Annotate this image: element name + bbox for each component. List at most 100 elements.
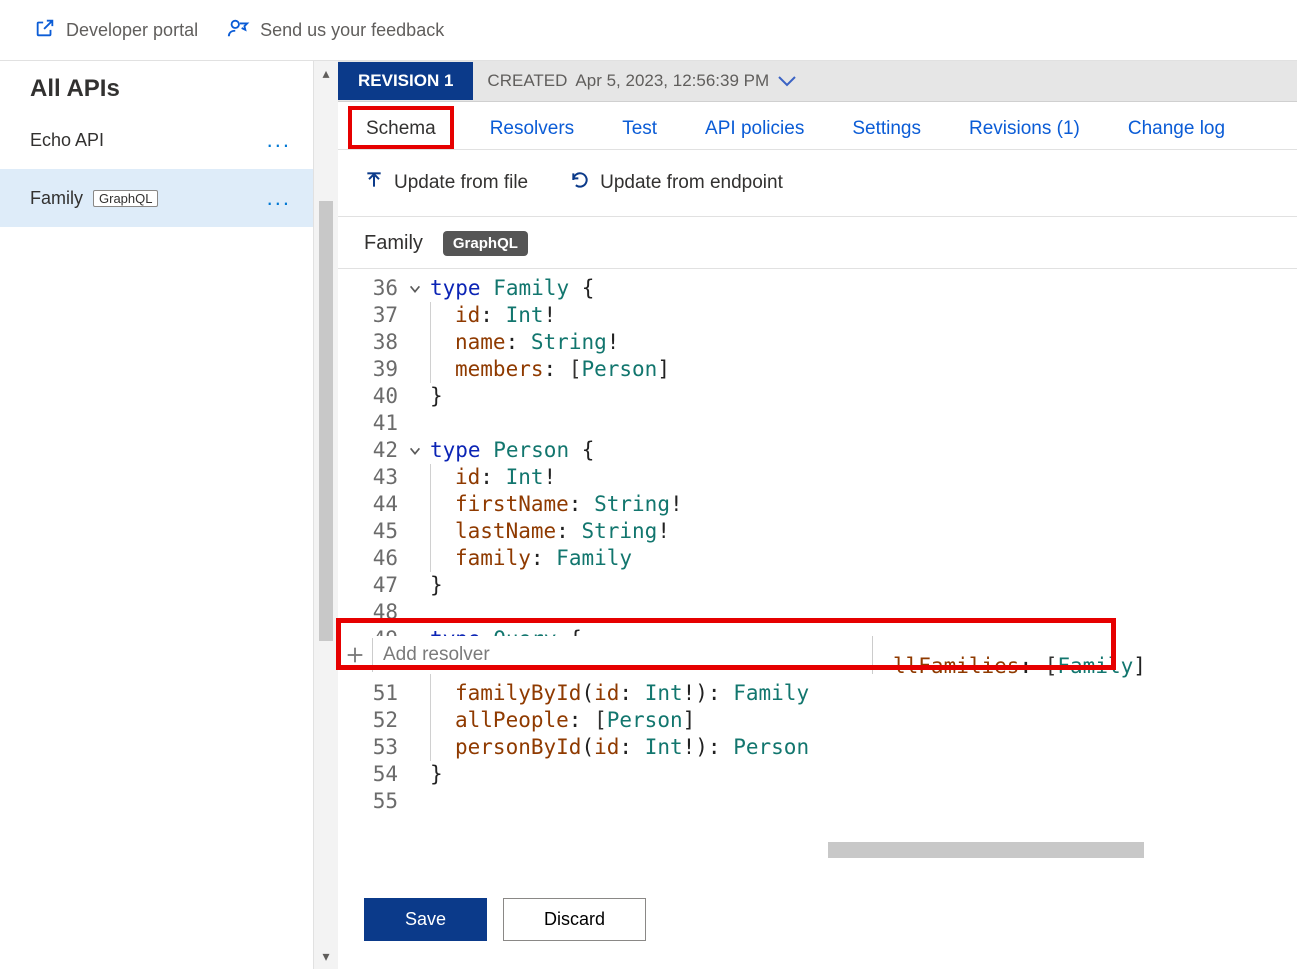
code-editor[interactable]: 36 type Family { 37 id: Int!38name: String!… bbox=[338, 269, 1297, 815]
line-number: 37 bbox=[338, 302, 408, 329]
revision-created[interactable]: CREATED Apr 5, 2023, 12:56:39 PM bbox=[473, 71, 797, 91]
code-content: lastName: String! bbox=[455, 518, 670, 545]
line-number: 39 bbox=[338, 356, 408, 383]
indent-guide bbox=[430, 518, 443, 545]
workspace: All APIs Echo API ... Family GraphQL ...… bbox=[0, 61, 1297, 969]
line-number: 46 bbox=[338, 545, 408, 572]
line-number: 54 bbox=[338, 761, 408, 788]
update-from-endpoint-button[interactable]: Update from endpoint bbox=[570, 170, 783, 196]
line-number: 47 bbox=[338, 572, 408, 599]
indent-guide bbox=[430, 734, 443, 761]
fold-icon[interactable] bbox=[408, 438, 430, 458]
scroll-down-icon[interactable]: ▾ bbox=[322, 948, 329, 965]
update-from-endpoint-label: Update from endpoint bbox=[600, 172, 783, 194]
code-content: family: Family bbox=[455, 545, 632, 572]
revision-created-label: CREATED bbox=[487, 71, 567, 91]
revision-badge[interactable]: REVISION 1 bbox=[338, 62, 473, 100]
save-button[interactable]: Save bbox=[364, 898, 487, 941]
indent-guide bbox=[430, 680, 443, 707]
code-line[interactable]: 44firstName: String! bbox=[338, 491, 1297, 518]
indent-guide bbox=[430, 545, 443, 572]
graphql-pill: GraphQL bbox=[443, 231, 528, 256]
line-number: 53 bbox=[338, 734, 408, 761]
feedback-link[interactable]: Send us your feedback bbox=[226, 17, 444, 44]
code-line[interactable]: 51familyById(id: Int!): Family bbox=[338, 680, 1297, 707]
tab-change-log[interactable]: Change log bbox=[1128, 116, 1225, 149]
line-number: 36 bbox=[338, 275, 408, 302]
scroll-thumb[interactable] bbox=[319, 201, 333, 641]
code-content: personById(id: Int!): Person bbox=[455, 734, 809, 761]
indent-guide bbox=[430, 356, 443, 383]
editor-wrap: 36 type Family { 37 id: Int!38name: String!… bbox=[338, 269, 1297, 878]
editor-horizontal-scrollbar[interactable] bbox=[828, 842, 1144, 858]
code-line[interactable]: 54} bbox=[338, 761, 1297, 788]
external-link-icon bbox=[34, 17, 56, 44]
developer-portal-link[interactable]: Developer portal bbox=[34, 17, 198, 44]
line-number: 41 bbox=[338, 410, 408, 437]
api-name: Family bbox=[30, 188, 83, 209]
tab-settings[interactable]: Settings bbox=[852, 116, 921, 149]
scroll-up-icon[interactable]: ▴ bbox=[322, 65, 329, 82]
line-number: 42 bbox=[338, 437, 408, 464]
api-name: Echo API bbox=[30, 130, 104, 151]
code-content: } bbox=[430, 572, 443, 599]
code-content: id: Int! bbox=[455, 302, 556, 329]
tab-test[interactable]: Test bbox=[622, 116, 657, 149]
code-line[interactable]: 46 family: Family bbox=[338, 545, 1297, 572]
refresh-icon bbox=[570, 170, 590, 196]
line-number: 43 bbox=[338, 464, 408, 491]
code-line[interactable]: 40} bbox=[338, 383, 1297, 410]
line-number: 52 bbox=[338, 707, 408, 734]
code-line[interactable]: 55 bbox=[338, 788, 1297, 815]
line-number: 48 bbox=[338, 599, 408, 626]
footer-actions: Save Discard bbox=[338, 878, 1297, 969]
indent-guide bbox=[430, 491, 443, 518]
tab-resolvers[interactable]: Resolvers bbox=[490, 116, 574, 149]
code-line[interactable]: 37 id: Int! bbox=[338, 302, 1297, 329]
code-line[interactable]: 45 lastName: String! bbox=[338, 518, 1297, 545]
line-number: 40 bbox=[338, 383, 408, 410]
sidebar-scrollbar[interactable]: ▴ ▾ bbox=[314, 61, 338, 969]
revision-bar: REVISION 1 CREATED Apr 5, 2023, 12:56:39… bbox=[338, 61, 1297, 102]
code-content: firstName: String! bbox=[455, 491, 683, 518]
code-line[interactable]: 36 type Family { bbox=[338, 275, 1297, 302]
code-content: } bbox=[430, 383, 443, 410]
tab-revisions[interactable]: Revisions (1) bbox=[969, 116, 1080, 149]
code-content: type Family { bbox=[430, 275, 594, 302]
tab-bar: Schema Resolvers Test API policies Setti… bbox=[338, 102, 1297, 150]
code-line[interactable]: 39 members: [Person] bbox=[338, 356, 1297, 383]
chevron-down-icon bbox=[777, 75, 797, 87]
indent-guide bbox=[430, 464, 443, 491]
more-icon[interactable]: ... bbox=[267, 127, 291, 153]
line-number: 38 bbox=[338, 329, 408, 356]
tab-api-policies[interactable]: API policies bbox=[705, 116, 804, 149]
code-content: type Person { bbox=[430, 437, 594, 464]
code-line[interactable]: 52allPeople: [Person] bbox=[338, 707, 1297, 734]
code-line[interactable]: 48 bbox=[338, 599, 1297, 626]
sidebar-item-echo-api[interactable]: Echo API ... bbox=[0, 111, 313, 169]
code-line[interactable]: 53 personById(id: Int!): Person bbox=[338, 734, 1297, 761]
developer-portal-label: Developer portal bbox=[66, 20, 198, 41]
more-icon[interactable]: ... bbox=[267, 185, 291, 211]
line-number: 55 bbox=[338, 788, 408, 815]
add-resolver-overlay[interactable]: Add resolver bbox=[338, 636, 873, 674]
code-line[interactable]: 47} bbox=[338, 572, 1297, 599]
sidebar-item-family[interactable]: Family GraphQL ... bbox=[0, 169, 313, 227]
code-line[interactable]: 43id: Int! bbox=[338, 464, 1297, 491]
feedback-icon bbox=[226, 17, 250, 44]
code-line[interactable]: 41 bbox=[338, 410, 1297, 437]
line-number: 45 bbox=[338, 518, 408, 545]
code-line[interactable]: 38name: String! bbox=[338, 329, 1297, 356]
update-bar: Update from file Update from endpoint bbox=[338, 150, 1297, 217]
code-content: members: [Person] bbox=[455, 356, 670, 383]
discard-button[interactable]: Discard bbox=[503, 898, 646, 941]
update-from-file-label: Update from file bbox=[394, 172, 528, 194]
update-from-file-button[interactable]: Update from file bbox=[364, 170, 528, 196]
code-line[interactable]: 42 type Person { bbox=[338, 437, 1297, 464]
tab-schema[interactable]: Schema bbox=[348, 106, 454, 149]
top-links-bar: Developer portal Send us your feedback bbox=[0, 0, 1297, 61]
plus-icon[interactable] bbox=[338, 644, 372, 666]
sidebar-heading: All APIs bbox=[0, 61, 313, 111]
feedback-label: Send us your feedback bbox=[260, 20, 444, 41]
fold-icon[interactable] bbox=[408, 276, 430, 296]
